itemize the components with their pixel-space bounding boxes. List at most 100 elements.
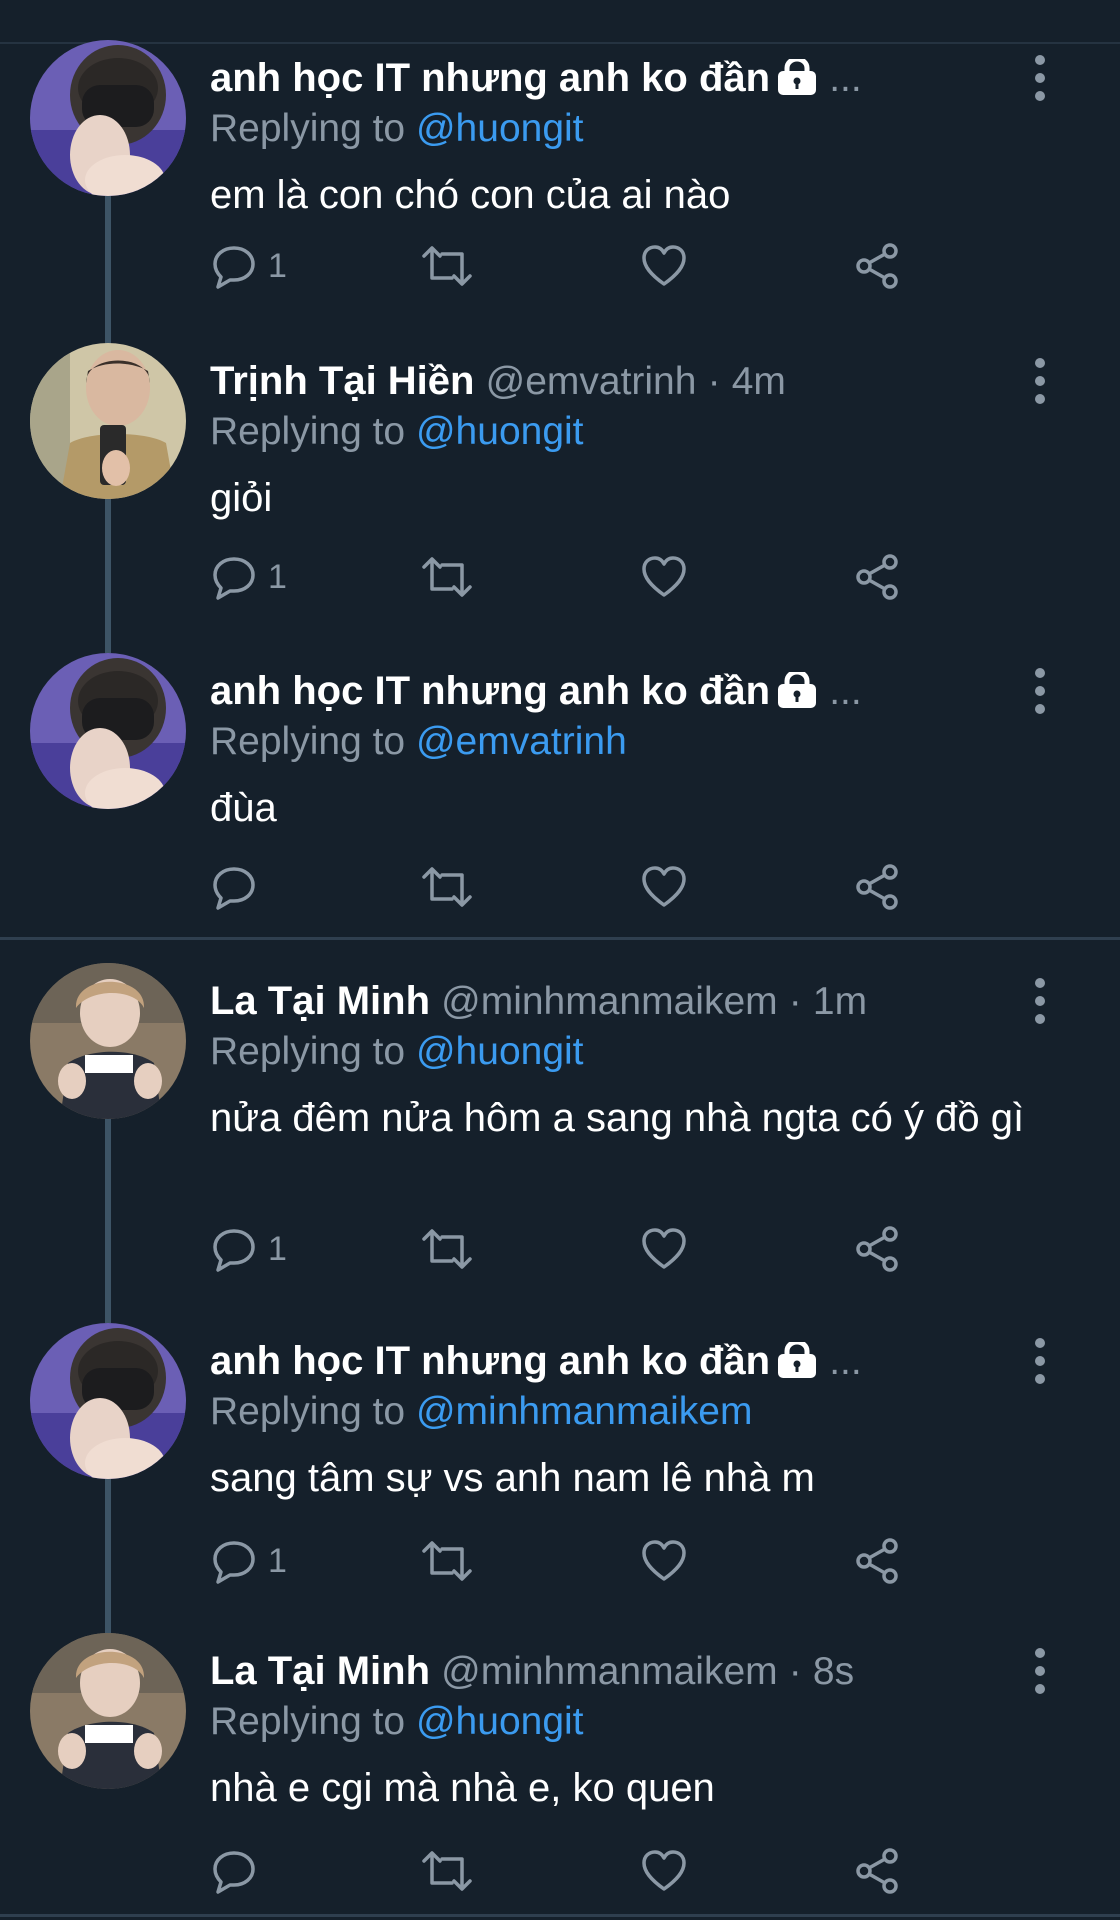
- tweet-actions: [210, 1841, 1070, 1901]
- heart-icon: [642, 1850, 686, 1891]
- timestamp[interactable]: 1m: [813, 980, 867, 1023]
- heart-icon: [642, 1228, 686, 1269]
- share-button[interactable]: [852, 857, 902, 917]
- more-options-icon[interactable]: [1024, 1331, 1056, 1391]
- replying-prefix: Replying to: [210, 1700, 406, 1743]
- share-button[interactable]: [852, 1531, 902, 1591]
- display-name[interactable]: anh học IT nhưng anh ko đần: [210, 1339, 770, 1383]
- like-button[interactable]: [640, 236, 688, 296]
- like-button[interactable]: [640, 1531, 688, 1591]
- replying-to: Replying to @huongit: [210, 407, 584, 457]
- separator-dot: ·: [788, 980, 802, 1023]
- truncation-ellipsis: ...: [829, 57, 862, 100]
- avatar[interactable]: [30, 653, 186, 809]
- replying-prefix: Replying to: [210, 720, 406, 763]
- lock-icon: [776, 669, 818, 717]
- avatar[interactable]: [30, 1323, 186, 1479]
- like-button[interactable]: [640, 1841, 688, 1901]
- replying-to: Replying to @huongit: [210, 1027, 584, 1077]
- share-button[interactable]: [852, 1219, 902, 1279]
- more-options-icon[interactable]: [1024, 661, 1056, 721]
- tweet[interactable]: anh học IT nhưng anh ko đần ... Replying…: [0, 1323, 1120, 1633]
- retweet-button[interactable]: [420, 236, 474, 296]
- timestamp[interactable]: 8s: [813, 1650, 854, 1693]
- reply-button[interactable]: 1: [210, 236, 287, 296]
- reply-icon: [213, 1229, 255, 1272]
- tweet-text: em là con chó con của ai nào: [210, 173, 731, 217]
- replying-to: Replying to @emvatrinh: [210, 717, 627, 767]
- replying-to: Replying to @huongit: [210, 104, 584, 154]
- tweet[interactable]: Trịnh Tại Hiền @emvatrinh · 4m Replying …: [0, 343, 1120, 653]
- thread-line: [105, 499, 111, 653]
- heart-icon: [642, 866, 686, 907]
- timestamp[interactable]: 4m: [732, 360, 786, 403]
- reply-button[interactable]: [210, 857, 268, 917]
- like-button[interactable]: [640, 547, 688, 607]
- avatar[interactable]: [30, 1633, 186, 1789]
- mention-link[interactable]: @huongit: [416, 107, 584, 150]
- reply-button[interactable]: [210, 1841, 268, 1901]
- retweet-button[interactable]: [420, 857, 474, 917]
- thread-line: [105, 1479, 111, 1633]
- mention-link[interactable]: @minhmanmaikem: [416, 1390, 753, 1433]
- retweet-button[interactable]: [420, 547, 474, 607]
- reply-button[interactable]: 1: [210, 1531, 287, 1591]
- display-name[interactable]: anh học IT nhưng anh ko đần: [210, 56, 770, 100]
- tweet-text: nhà e cgi mà nhà e, ko quen: [210, 1766, 715, 1810]
- mention-link[interactable]: @huongit: [416, 1030, 584, 1073]
- tweet-header: Trịnh Tại Hiền @emvatrinh · 4m: [210, 355, 1020, 407]
- display-name[interactable]: anh học IT nhưng anh ko đần: [210, 669, 770, 713]
- mention-link[interactable]: @huongit: [416, 1700, 584, 1743]
- display-name[interactable]: Trịnh Tại Hiền: [210, 359, 474, 403]
- tweet[interactable]: anh học IT nhưng anh ko đần ... Replying…: [0, 40, 1120, 350]
- separator-dot: ·: [788, 1650, 802, 1693]
- retweet-button[interactable]: [420, 1841, 474, 1901]
- share-button[interactable]: [852, 236, 902, 296]
- more-options-icon[interactable]: [1024, 971, 1056, 1031]
- mention-link[interactable]: @emvatrinh: [416, 720, 627, 763]
- reply-button[interactable]: 1: [210, 547, 287, 607]
- avatar[interactable]: [30, 40, 186, 196]
- display-name[interactable]: La Tại Minh: [210, 979, 430, 1023]
- tweet[interactable]: La Tại Minh @minhmanmaikem · 8s Replying…: [0, 1633, 1120, 1920]
- share-icon: [856, 1226, 898, 1272]
- retweet-button[interactable]: [420, 1219, 474, 1279]
- avatar[interactable]: [30, 963, 186, 1119]
- reply-count: 1: [268, 1229, 287, 1268]
- reply-button[interactable]: 1: [210, 1219, 287, 1279]
- tweet-header: La Tại Minh @minhmanmaikem · 8s: [210, 1645, 1020, 1697]
- retweet-icon: [422, 246, 472, 286]
- like-button[interactable]: [640, 857, 688, 917]
- more-options-icon[interactable]: [1024, 1641, 1056, 1701]
- more-options-icon[interactable]: [1024, 48, 1056, 108]
- reply-count: 1: [268, 557, 287, 596]
- tweet[interactable]: anh học IT nhưng anh ko đần ... Replying…: [0, 653, 1120, 938]
- share-icon: [856, 1848, 898, 1894]
- avatar[interactable]: [30, 343, 186, 499]
- reply-icon: [213, 1541, 255, 1584]
- share-button[interactable]: [852, 1841, 902, 1901]
- reply-icon: [213, 246, 255, 289]
- tweet-actions: 1: [210, 1531, 1070, 1591]
- heart-icon: [642, 245, 686, 286]
- tweet-text: sang tâm sự vs anh nam lê nhà m: [210, 1456, 815, 1500]
- bottom-divider: [0, 1914, 1120, 1917]
- like-button[interactable]: [640, 1219, 688, 1279]
- retweet-button[interactable]: [420, 1531, 474, 1591]
- thread-line: [105, 196, 111, 350]
- lock-icon: [776, 1339, 818, 1387]
- tweet[interactable]: La Tại Minh @minhmanmaikem · 1m Replying…: [0, 963, 1120, 1323]
- more-options-icon[interactable]: [1024, 351, 1056, 411]
- tweet-text: nửa đêm nửa hôm a sang nhà ngta có ý đồ …: [210, 1096, 1025, 1140]
- tweet-text: đùa: [210, 786, 277, 830]
- share-button[interactable]: [852, 547, 902, 607]
- user-handle[interactable]: @emvatrinh: [486, 360, 697, 403]
- reply-count: 1: [268, 1541, 287, 1580]
- replying-prefix: Replying to: [210, 107, 406, 150]
- user-handle[interactable]: @minhmanmaikem: [441, 1650, 778, 1693]
- mention-link[interactable]: @huongit: [416, 410, 584, 453]
- reply-icon: [213, 867, 255, 910]
- user-handle[interactable]: @minhmanmaikem: [441, 980, 778, 1023]
- heart-icon: [642, 1540, 686, 1581]
- display-name[interactable]: La Tại Minh: [210, 1649, 430, 1693]
